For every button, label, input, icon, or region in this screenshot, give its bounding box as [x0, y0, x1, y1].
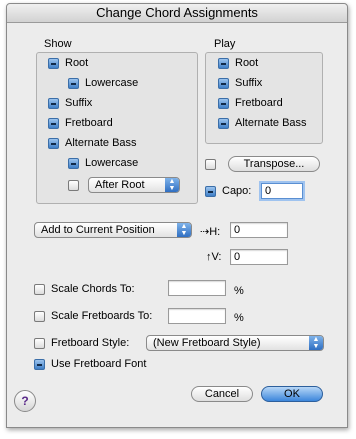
- use-fretboard-font-checkbox[interactable]: [34, 359, 45, 370]
- v-offset-field[interactable]: 0: [230, 249, 288, 265]
- transpose-button[interactable]: Transpose...: [228, 156, 320, 172]
- show-alternate-bass-checkbox[interactable]: [48, 138, 59, 149]
- h-label-text: H:: [209, 226, 221, 238]
- capo-checkbox[interactable]: [205, 186, 216, 197]
- fretboard-style-popup[interactable]: (New Fretboard Style) ▲ ▼: [146, 335, 324, 351]
- scale-chords-field[interactable]: [168, 280, 226, 296]
- show-fretboard-checkbox[interactable]: [48, 118, 59, 129]
- popup-arrows-icon: ▲ ▼: [177, 223, 191, 237]
- h-offset-field[interactable]: 0: [230, 222, 288, 238]
- popup-arrows-icon: ▲ ▼: [309, 336, 323, 350]
- fretboard-style-checkbox[interactable]: [34, 338, 45, 349]
- scale-chords-checkbox[interactable]: [34, 284, 45, 295]
- show-root-label: Root: [65, 57, 89, 69]
- play-fretboard-label: Fretboard: [235, 97, 283, 109]
- position-mode-value: Add to Current Position: [41, 224, 155, 236]
- scale-fretboards-checkbox[interactable]: [34, 311, 45, 322]
- scale-fretboards-unit: %: [234, 312, 244, 324]
- position-mode-popup[interactable]: Add to Current Position ▲ ▼: [34, 222, 192, 238]
- show-alternate-bass-label: Alternate Bass: [65, 137, 137, 149]
- scale-fretboards-field[interactable]: [168, 308, 226, 324]
- play-group-label: Play: [214, 38, 236, 50]
- ok-button[interactable]: OK: [261, 386, 323, 402]
- show-suffix-checkbox[interactable]: [48, 98, 59, 109]
- popup-arrows-icon: ▲ ▼: [165, 178, 179, 192]
- scale-chords-unit: %: [234, 285, 244, 297]
- play-fretboard-checkbox[interactable]: [218, 98, 229, 109]
- show-root-lowercase-checkbox[interactable]: [68, 78, 79, 89]
- show-root-checkbox[interactable]: [48, 58, 59, 69]
- show-bass-lowercase-checkbox[interactable]: [68, 158, 79, 169]
- h-offset-label: ⇢H:: [200, 225, 220, 238]
- right-arrow-icon: ⇢: [200, 226, 210, 238]
- bass-position-checkbox[interactable]: [68, 180, 79, 191]
- capo-field[interactable]: 0: [261, 183, 303, 199]
- bass-position-popup[interactable]: After Root ▲ ▼: [88, 177, 180, 193]
- play-root-checkbox[interactable]: [218, 58, 229, 69]
- show-bass-lowercase-label: Lowercase: [85, 157, 139, 169]
- scale-chords-label: Scale Chords To:: [51, 283, 135, 295]
- show-group-label: Show: [44, 38, 72, 50]
- fretboard-style-value: (New Fretboard Style): [153, 337, 261, 349]
- use-fretboard-font-label: Use Fretboard Font: [51, 358, 147, 370]
- play-root-label: Root: [235, 57, 259, 69]
- v-offset-label: ↑V:: [206, 251, 222, 263]
- fretboard-style-label: Fretboard Style:: [51, 337, 130, 349]
- play-suffix-label: Suffix: [235, 77, 263, 89]
- scale-fretboards-label: Scale Fretboards To:: [51, 310, 153, 322]
- show-root-lowercase-label: Lowercase: [85, 77, 139, 89]
- cancel-button[interactable]: Cancel: [191, 386, 253, 402]
- transpose-checkbox[interactable]: [205, 159, 216, 170]
- v-label-text: V:: [211, 251, 222, 263]
- window-title: Change Chord Assignments: [7, 4, 347, 23]
- play-suffix-checkbox[interactable]: [218, 78, 229, 89]
- help-icon: ?: [21, 394, 29, 408]
- show-fretboard-label: Fretboard: [65, 117, 113, 129]
- bass-position-value: After Root: [95, 179, 145, 191]
- capo-label: Capo:: [222, 185, 252, 197]
- play-alternate-bass-label: Alternate Bass: [235, 117, 307, 129]
- help-button[interactable]: ?: [14, 390, 36, 412]
- play-alternate-bass-checkbox[interactable]: [218, 118, 229, 129]
- show-suffix-label: Suffix: [65, 97, 93, 109]
